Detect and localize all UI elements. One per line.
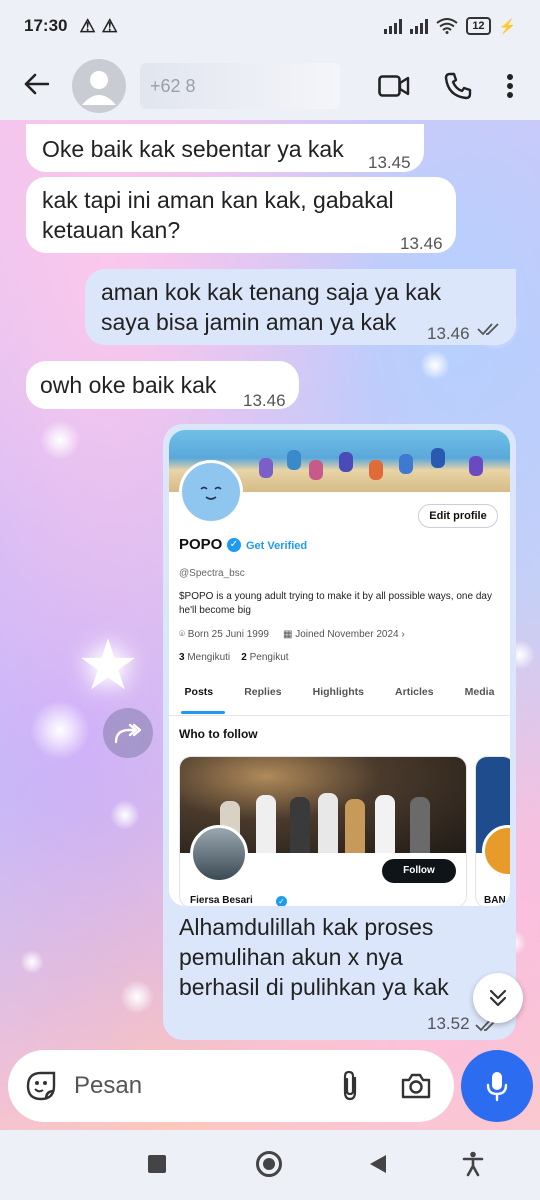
warning-icon: ⚠ (79, 15, 96, 36)
message-bubble-incoming[interactable]: kak tapi ini aman kan kak, gabakal ketau… (26, 177, 456, 253)
message-text: kak tapi ini aman kan kak, gabakal ketau… (42, 187, 394, 243)
message-text: aman kok kak tenang saja ya kak saya bis… (101, 279, 442, 335)
back-arrow-icon[interactable] (0, 69, 72, 103)
message-input[interactable]: Pesan (74, 1072, 340, 1100)
verified-badge-icon: ✓ (276, 896, 287, 906)
profile-born: Born 25 Juni 1999 (187, 629, 269, 640)
suggestion-avatar (190, 825, 248, 883)
voice-message-button[interactable] (461, 1050, 533, 1122)
profile-joined: Joined November 2024 (295, 629, 399, 640)
tab-posts: Posts (184, 686, 214, 698)
suggestion-name: BAN (484, 895, 506, 906)
sparkle (120, 980, 154, 1014)
back-button[interactable] (368, 1153, 388, 1175)
profile-avatar (179, 460, 243, 524)
star-decoration: ★ (76, 626, 140, 704)
status-bar: 17:30 ⚠ ⚠ 12 ⚡ (0, 0, 540, 52)
message-composer[interactable]: Pesan (8, 1050, 454, 1122)
profile-tabs: Posts Replies Highlights Articles Media (169, 686, 510, 698)
charging-icon: ⚡ (498, 17, 516, 34)
who-to-follow-heading: Who to follow (179, 727, 258, 741)
verified-badge-icon: ✓ (227, 538, 241, 552)
status-time: 17:30 (24, 16, 68, 35)
chevron-right-icon: › (401, 629, 405, 640)
system-navigation-bar (0, 1130, 540, 1200)
tab-highlights: Highlights (312, 686, 364, 698)
following-label: Mengikuti (187, 652, 231, 663)
battery-indicator: 12 (466, 17, 491, 35)
microphone-icon (486, 1072, 508, 1102)
sparkle (20, 950, 44, 974)
more-options-icon[interactable] (506, 73, 514, 99)
profile-name: POPO (179, 536, 223, 553)
message-bubble-outgoing[interactable]: aman kok kak tenang saja ya kak saya bis… (85, 269, 516, 345)
calendar-icon: ▦ (282, 629, 293, 640)
message-time: 13.46 (243, 391, 286, 410)
sparkle (420, 350, 450, 380)
tab-replies: Replies (244, 686, 282, 698)
video-call-icon[interactable] (378, 75, 410, 97)
message-time: 13.46 (427, 324, 470, 343)
contact-avatar[interactable] (72, 59, 126, 113)
profile-handle: @Spectra_bsc (179, 568, 245, 579)
phone-call-icon[interactable] (444, 72, 472, 100)
sparkle (110, 800, 140, 830)
accessibility-icon[interactable] (462, 1151, 484, 1177)
attachment-icon[interactable] (340, 1070, 360, 1102)
location-icon: ⌾ (179, 629, 185, 640)
image-caption: Alhamdulillah kak proses pemulihan akun … (179, 914, 449, 1000)
profile-follow-counts: 3 Mengikuti 2 Pengikut (179, 652, 289, 663)
suggestion-name: Fiersa Besari (190, 895, 253, 906)
home-button[interactable] (256, 1151, 282, 1177)
tab-articles: Articles (395, 686, 434, 698)
forward-icon (114, 723, 142, 744)
following-count: 3 (179, 652, 185, 663)
sticker-icon[interactable] (24, 1069, 58, 1103)
camera-icon[interactable] (400, 1072, 432, 1100)
message-text: Oke baik kak sebentar ya kak (42, 136, 344, 162)
follow-button: Follow (382, 859, 456, 883)
followers-label: Pengikut (249, 652, 289, 663)
tab-media: Media (464, 686, 495, 698)
signal-icon (384, 18, 403, 34)
profile-meta: ⌾ Born 25 Juni 1999 ▦ Joined November 20… (179, 629, 405, 640)
active-tab-indicator (181, 711, 225, 714)
message-time: 13.52 (427, 1014, 470, 1033)
follow-suggestion-card: Follow Fiersa Besari ✓ (179, 756, 467, 906)
double-check-icon (477, 323, 499, 336)
forward-button[interactable] (103, 708, 153, 758)
recents-button[interactable] (148, 1155, 166, 1173)
scroll-to-bottom-button[interactable] (473, 973, 523, 1023)
wifi-icon (436, 18, 458, 34)
message-time: 13.46 (400, 234, 443, 253)
contact-name[interactable]: +62 8 (140, 63, 340, 109)
warning-icon: ⚠ (101, 15, 118, 36)
chat-header: +62 8 (0, 52, 540, 120)
divider (169, 715, 510, 716)
message-bubble-image[interactable]: Edit profile POPO ✓ Get Verified @Spectr… (163, 424, 516, 1040)
follow-suggestion-card: BAN (475, 756, 510, 906)
sparkle (30, 700, 90, 760)
profile-bio: $POPO is a young adult trying to make it… (179, 591, 492, 616)
signal-icon (410, 18, 429, 34)
edit-profile-button: Edit profile (418, 504, 498, 528)
message-bubble-incoming[interactable]: Oke baik kak sebentar ya kak 13.45 (26, 124, 424, 172)
followers-count: 2 (241, 652, 247, 663)
message-bubble-incoming[interactable]: owh oke baik kak 13.46 (26, 361, 299, 410)
shared-screenshot[interactable]: Edit profile POPO ✓ Get Verified @Spectr… (169, 430, 510, 906)
double-chevron-down-icon (489, 989, 507, 1007)
message-text: owh oke baik kak (40, 372, 217, 398)
get-verified-link: Get Verified (246, 540, 308, 552)
sparkle (40, 420, 80, 460)
message-time: 13.45 (368, 153, 411, 172)
